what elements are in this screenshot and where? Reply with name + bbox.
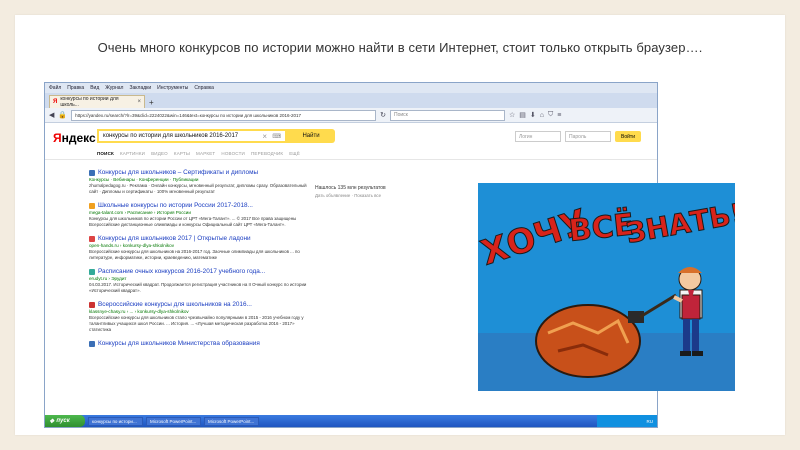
result-snippet: Конкурсы для школьников по истории Росси… [89, 216, 297, 227]
logo-rest: ндекс [61, 131, 96, 145]
tab-images[interactable]: КАРТИНКИ [120, 151, 145, 156]
tab-news[interactable]: НОВОСТИ [221, 151, 245, 156]
result-title[interactable]: Конкурсы для школьников Министерства обр… [89, 340, 309, 347]
tab-search[interactable]: ПОИСК [97, 151, 114, 156]
menu-file[interactable]: Файл [49, 85, 61, 91]
taskbar-item[interactable]: Microsoft PowerPoint... [204, 416, 259, 426]
result-snippet: Всероссийские конкурсы для школьников ст… [89, 315, 304, 332]
keyboard-icon[interactable]: ⌨ [272, 133, 281, 140]
search-result: Школьные конкурсы по истории России 2017… [89, 202, 309, 228]
tab-video[interactable]: ВИДЕО [151, 151, 168, 156]
new-tab-icon[interactable]: + [149, 98, 154, 107]
password-field[interactable]: Пароль [565, 131, 611, 142]
search-result: Конкурсы для школьников Министерства обр… [89, 340, 309, 347]
nav-bar: ◀ 🔒 https://yandex.ru/search/?lr=39&clid… [45, 108, 657, 123]
tab-translate[interactable]: ПЕРЕВОДЧИК [251, 151, 283, 156]
start-button[interactable]: ❖ пуск [45, 415, 85, 427]
poster-image: ХОЧУ ВСЁ ЗНАТЬ! [478, 183, 735, 391]
login-button[interactable]: Войти [615, 131, 641, 142]
menu-icon[interactable]: ≡ [557, 112, 561, 119]
address-bar[interactable]: https://yandex.ru/search/?lr=39&clid=222… [71, 109, 377, 121]
reading-list-icon[interactable]: ▤ [519, 111, 526, 119]
search-input[interactable]: конкурсы по истории для школьников 2016-… [97, 129, 287, 143]
home-icon[interactable]: ⌂ [540, 112, 544, 119]
menu-view[interactable]: Вид [90, 85, 99, 91]
yandex-favicon-icon: Я [53, 99, 58, 105]
download-icon[interactable]: ⬇ [530, 111, 536, 119]
search-results: Конкурсы для школьников – Сертификаты и … [89, 169, 309, 354]
tab-label: конкурсы по истории для школь... [60, 96, 119, 108]
result-title[interactable]: Школьные конкурсы по истории России 2017… [89, 202, 309, 209]
tab-more[interactable]: ЕЩЁ [289, 151, 300, 156]
login-field[interactable]: Логин [515, 131, 561, 142]
menu-tools[interactable]: Инструменты [157, 85, 188, 91]
taskbar-item[interactable]: конкурсы по истори... [88, 416, 143, 426]
star-icon[interactable]: ☆ [509, 111, 515, 119]
divider [45, 159, 657, 160]
search-result: Расписание очных конкурсов 2016-2017 уче… [89, 268, 309, 294]
close-tab-icon[interactable]: × [137, 99, 141, 105]
poster-illustration: ХОЧУ ВСЁ ЗНАТЬ! [478, 183, 735, 391]
menu-help[interactable]: Справка [194, 85, 214, 91]
browser-tab[interactable]: Я конкурсы по истории для школь... × [49, 95, 145, 108]
result-link[interactable]: Конкурсы · Вебинары · Конференции · Публ… [89, 177, 309, 182]
menu-edit[interactable]: Правка [67, 85, 84, 91]
browser-search-input[interactable]: Поиск [389, 109, 505, 121]
back-icon[interactable]: ◀ [49, 111, 54, 119]
menu-bar: Файл Правка Вид Журнал Закладки Инструме… [45, 83, 657, 93]
tab-maps[interactable]: КАРТЫ [174, 151, 190, 156]
tab-bar: Я конкурсы по истории для школь... × + [45, 93, 657, 108]
windows-logo-icon: ❖ [49, 418, 55, 425]
result-snippet: 04.03.2017. Исторический квадрат. Продол… [89, 282, 307, 293]
logo-first-letter: Я [53, 131, 62, 145]
result-link[interactable]: open-hands.ru › konkursy-dlya-shkolnikov [89, 243, 309, 248]
site-favicon-icon [89, 169, 95, 176]
lock-icon: 🔒 [58, 112, 68, 119]
result-title[interactable]: Конкурсы для школьников – Сертификаты и … [89, 169, 309, 176]
site-favicon-icon [89, 268, 95, 275]
result-title[interactable]: Всероссийские конкурсы для школьников на… [89, 301, 309, 308]
results-count: Нашлось 135 млн результатов [315, 185, 386, 191]
menu-bookmarks[interactable]: Закладки [129, 85, 151, 91]
system-tray: RU [597, 415, 657, 427]
search-tabs: ПОИСК КАРТИНКИ ВИДЕО КАРТЫ МАРКЕТ НОВОСТ… [97, 151, 300, 156]
search-result: Всероссийские конкурсы для школьников на… [89, 301, 309, 333]
result-snippet: zhurnalpedagog.ru · Реклама · Онлайн кон… [89, 183, 307, 194]
clear-icon[interactable]: × [262, 132, 267, 141]
result-link[interactable]: erudyt.ru › Эрудит [89, 276, 309, 281]
search-query: конкурсы по истории для школьников 2016-… [103, 133, 239, 139]
results-stats: Нашлось 135 млн результатов Дать объявле… [315, 185, 386, 198]
find-button[interactable]: Найти [287, 129, 335, 143]
site-favicon-icon [89, 340, 95, 347]
menu-history[interactable]: Журнал [105, 85, 123, 91]
yandex-logo[interactable]: Яндекс [53, 131, 96, 145]
result-link[interactable]: klassnye-chasy.ru › ... › konkursy-dlya-… [89, 309, 309, 314]
shield-icon[interactable]: ⛉ [548, 111, 553, 119]
tab-market[interactable]: МАРКЕТ [196, 151, 215, 156]
taskbar-item[interactable]: Microsoft PowerPoint... [146, 416, 201, 426]
reload-icon[interactable]: ↻ [380, 111, 386, 119]
slide-caption: Очень много конкурсов по истории можно н… [97, 40, 703, 55]
site-favicon-icon [89, 202, 95, 209]
result-title[interactable]: Расписание очных конкурсов 2016-2017 уче… [89, 268, 309, 275]
taskbar: ❖ пуск конкурсы по истори... Microsoft Po… [45, 415, 657, 427]
result-link[interactable]: mega-talant.com › Расписание › История Р… [89, 210, 309, 215]
search-result: Конкурсы для школьников – Сертификаты и … [89, 169, 309, 195]
result-snippet: Всероссийские конкурсы для школьников на… [89, 249, 300, 260]
stats-links[interactable]: Дать объявление · Показать все [315, 193, 386, 198]
search-result: Конкурсы для школьников 2017 | Открытые … [89, 235, 309, 261]
result-title[interactable]: Конкурсы для школьников 2017 | Открытые … [89, 235, 309, 242]
site-favicon-icon [89, 235, 95, 242]
site-favicon-icon [89, 301, 95, 308]
